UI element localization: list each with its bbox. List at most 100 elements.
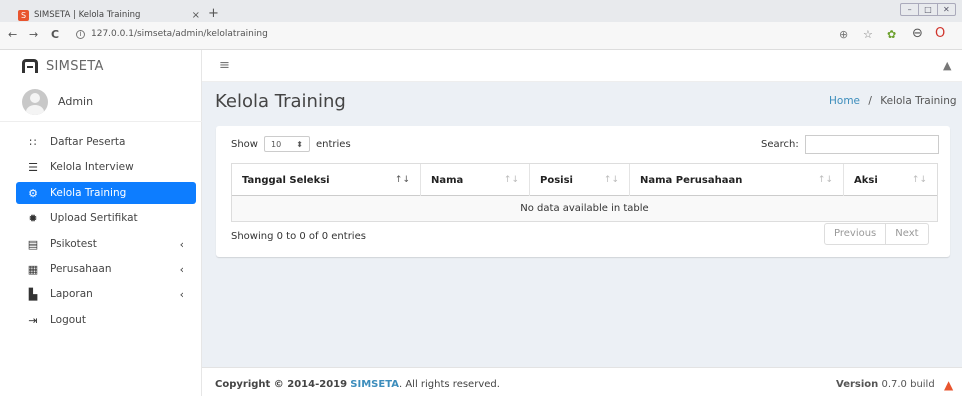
column-header-nama[interactable]: Nama ↑↓ <box>421 164 530 196</box>
close-window-icon[interactable]: ✕ <box>938 4 955 15</box>
certificate-icon: ✹ <box>28 211 38 225</box>
browser-tab[interactable]: S SIMSETA | Kelola Training × <box>18 8 200 22</box>
user-panel: Admin <box>0 82 202 122</box>
sidebar-item-daftar-peserta[interactable]: ∷ Daftar Peserta <box>16 131 196 153</box>
address-bar: ← → C i 127.0.0.1/simseta/admin/kelolatra… <box>0 22 962 50</box>
sidebar-item-logout[interactable]: ⇥ Logout <box>16 309 196 331</box>
column-label: Nama Perusahaan <box>640 174 743 186</box>
column-header-aksi[interactable]: Aksi ↑↓ <box>844 164 937 196</box>
next-button[interactable]: Next <box>886 224 927 244</box>
table-header: Tanggal Seleksi ↑↓ Nama ↑↓ Posisi ↑↓ Nam… <box>232 164 937 196</box>
user-menu-icon[interactable]: ▲ <box>943 59 951 72</box>
search-input[interactable] <box>804 135 939 154</box>
sort-asc-icon: ↑↓ <box>394 175 410 185</box>
favicon-icon: S <box>18 9 29 21</box>
forward-icon[interactable]: → <box>29 28 38 41</box>
star-icon[interactable]: ☆ <box>863 28 873 41</box>
logo-mark-icon <box>22 59 38 73</box>
sidebar: Admin ∷ Daftar Peserta ☰ Kelola Intervie… <box>0 82 202 396</box>
tab-close-icon[interactable]: × <box>192 10 200 21</box>
hamburger-icon[interactable]: ≡ <box>219 58 230 73</box>
sort-icon: ↑↓ <box>503 175 519 185</box>
sort-icon: ↑↓ <box>911 175 927 185</box>
sidebar-item-kelola-interview[interactable]: ☰ Kelola Interview <box>16 156 196 178</box>
column-header-posisi[interactable]: Posisi ↑↓ <box>530 164 630 196</box>
sort-icon: ↑↓ <box>603 175 619 185</box>
extension-icon[interactable]: ✿ <box>887 28 896 41</box>
brand-name: SIMSETA <box>46 58 104 74</box>
entries-label: entries <box>315 138 351 150</box>
show-entries-control: Show 10 ⬍ entries <box>231 136 351 152</box>
sidebar-item-perusahaan[interactable]: ▦ Perusahaan ‹ <box>16 258 196 280</box>
sidebar-item-label: Kelola Training <box>50 187 127 199</box>
sidebar-item-label: Kelola Interview <box>50 161 134 173</box>
copyright-prefix: Copyright © 2014-2019 <box>215 379 348 390</box>
breadcrumb-separator: / <box>868 95 872 107</box>
url-text: 127.0.0.1/simseta/admin/kelolatraining <box>91 29 268 39</box>
column-label: Posisi <box>540 174 573 186</box>
sidebar-item-label: Upload Sertifikat <box>50 212 138 224</box>
sidebar-item-upload-sertifikat[interactable]: ✹ Upload Sertifikat <box>16 207 196 229</box>
footer: Copyright © 2014-2019 SIMSETA. All right… <box>202 367 962 396</box>
maximize-icon[interactable]: □ <box>919 4 938 15</box>
user-name: Admin <box>58 95 94 108</box>
sidebar-item-label: Perusahaan <box>50 263 112 275</box>
sidebar-item-psikotest[interactable]: ▤ Psikotest ‹ <box>16 233 196 255</box>
window-controls: – □ ✕ <box>900 3 956 16</box>
training-table-box: Show 10 ⬍ entries Search: Tanggal Seleks… <box>216 126 950 257</box>
sidebar-item-label: Psikotest <box>50 238 97 250</box>
breadcrumb-home-link[interactable]: Home <box>829 95 860 107</box>
opera-icon[interactable]: O <box>935 26 945 41</box>
column-header-nama-perusahaan[interactable]: Nama Perusahaan ↑↓ <box>630 164 844 196</box>
training-table: Tanggal Seleksi ↑↓ Nama ↑↓ Posisi ↑↓ Nam… <box>231 163 938 222</box>
minimize-icon[interactable]: – <box>901 4 920 15</box>
search-label: Search: <box>761 139 799 150</box>
browser-tab-bar: S SIMSETA | Kelola Training × + – □ ✕ <box>0 0 962 22</box>
pagination: Previous Next <box>824 223 929 245</box>
info-icon: i <box>76 30 85 39</box>
version-value: 0.7.0 build <box>881 379 935 390</box>
version-info: Version 0.7.0 build <box>836 379 935 390</box>
copyright: Copyright © 2014-2019 SIMSETA. All right… <box>215 379 500 390</box>
users-icon: ∷ <box>29 135 37 149</box>
flame-icon: ▲ <box>944 378 954 392</box>
notebook-icon: ▤ <box>27 237 39 251</box>
sidebar-item-kelola-training[interactable]: ⚙ Kelola Training <box>16 182 196 204</box>
zoom-icon[interactable]: ⊕ <box>839 28 848 41</box>
profile-icon[interactable]: ⊖ <box>912 26 923 41</box>
file-icon: ▙ <box>28 287 38 301</box>
list-icon: ☰ <box>28 160 38 174</box>
page-title: Kelola Training <box>215 91 346 112</box>
breadcrumb-current: Kelola Training <box>880 95 957 107</box>
cogs-icon: ⚙ <box>28 186 38 200</box>
sidebar-item-label: Daftar Peserta <box>50 136 126 148</box>
chevron-left-icon: ‹ <box>179 237 184 251</box>
sidebar-item-laporan[interactable]: ▙ Laporan ‹ <box>16 283 196 305</box>
column-header-tanggal-seleksi[interactable]: Tanggal Seleksi ↑↓ <box>232 164 421 196</box>
column-label: Tanggal Seleksi <box>242 174 330 186</box>
back-icon[interactable]: ← <box>8 28 17 41</box>
sort-icon: ↑↓ <box>817 175 833 185</box>
search-control: Search: <box>761 135 939 154</box>
entries-per-page-select[interactable]: 10 ⬍ <box>263 136 310 152</box>
copyright-brand-link[interactable]: SIMSETA <box>350 379 399 390</box>
chevron-left-icon: ‹ <box>179 262 184 276</box>
breadcrumb: Home / Kelola Training <box>829 95 957 107</box>
tab-title: SIMSETA | Kelola Training <box>34 10 141 20</box>
version-label: Version <box>836 379 879 390</box>
previous-button[interactable]: Previous <box>825 224 887 244</box>
show-label: Show <box>231 138 258 150</box>
app-logo[interactable]: SIMSETA <box>0 50 202 82</box>
sidebar-item-label: Laporan <box>50 288 93 300</box>
building-icon: ▦ <box>27 262 39 276</box>
sign-out-icon: ⇥ <box>28 313 38 327</box>
url-field[interactable]: i 127.0.0.1/simseta/admin/kelolatraining <box>76 29 268 39</box>
content-area: Kelola Training Home / Kelola Training S… <box>202 82 962 367</box>
reload-icon[interactable]: C <box>51 28 59 41</box>
copyright-suffix: . All rights reserved. <box>398 379 500 390</box>
avatar <box>22 88 48 115</box>
entries-value: 10 <box>270 139 282 149</box>
column-label: Aksi <box>854 174 878 186</box>
sidebar-item-label: Logout <box>50 314 86 326</box>
new-tab-icon[interactable]: + <box>208 6 219 21</box>
